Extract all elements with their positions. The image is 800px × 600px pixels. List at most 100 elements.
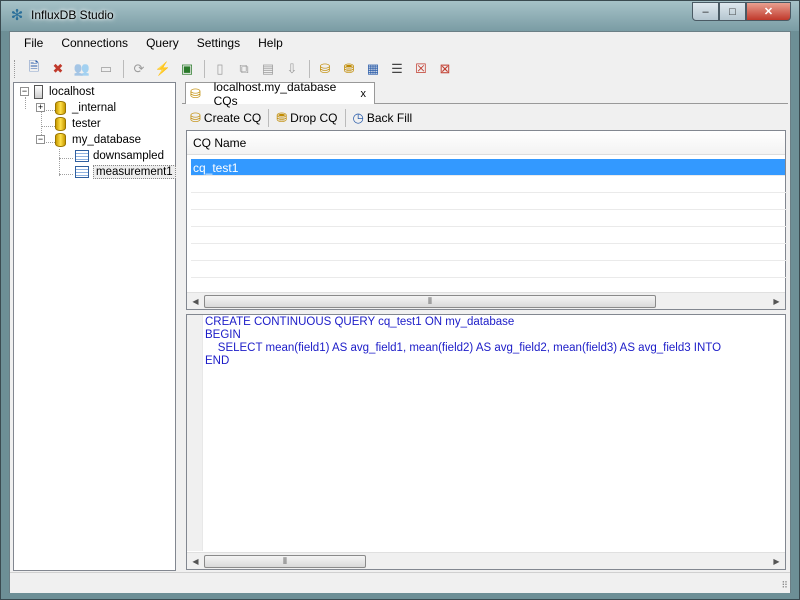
refresh-icon[interactable]: ⟳	[128, 58, 150, 80]
menu-query[interactable]: Query	[137, 32, 188, 54]
empty-row	[191, 244, 787, 261]
tab-cqs[interactable]: ⛁ localhost.my_database CQs x	[185, 80, 375, 108]
grid-header: CQ Name	[187, 131, 785, 155]
scroll-thumb[interactable]: ⦀	[204, 555, 366, 568]
export-icon[interactable]: ⇩	[281, 58, 303, 80]
empty-row	[191, 227, 787, 244]
table-icon	[75, 166, 89, 178]
tree-label: my_database	[72, 134, 142, 146]
toolbar-grip[interactable]	[14, 59, 17, 78]
empty-row	[191, 261, 787, 278]
toolbar-separator	[123, 59, 124, 78]
create-cq-button[interactable]: ⛁ Create CQ	[185, 110, 266, 126]
cq-name-cell: cq_test1	[193, 161, 239, 175]
client-area: File Connections Query Settings Help 🗎 ✖…	[9, 31, 791, 593]
drop-cq-button[interactable]: ⛃ Drop CQ	[271, 110, 342, 126]
menu-help[interactable]: Help	[249, 32, 292, 54]
cq-definition-editor[interactable]: CREATE CONTINUOUS QUERY cq_test1 ON my_d…	[186, 314, 786, 570]
resize-grip-icon[interactable]: ⠿	[781, 580, 788, 591]
paste-icon[interactable]: ▤	[257, 58, 279, 80]
back-fill-label: Back Fill	[366, 110, 413, 125]
menu-bar: File Connections Query Settings Help	[10, 32, 790, 54]
show-measurements-icon[interactable]: ▦	[362, 58, 384, 80]
cq-list-grid[interactable]: CQ Name cq_test1 ◀ ⦀ ▶	[186, 130, 787, 310]
drop-cq-label: Drop CQ	[290, 110, 338, 125]
database-icon	[55, 101, 66, 115]
tab-close-button[interactable]: x	[361, 88, 367, 100]
run-query-on-icon[interactable]: ▣	[176, 58, 198, 80]
tree-node-measurement[interactable]: downsampled	[75, 148, 164, 164]
menu-file[interactable]: File	[15, 32, 52, 54]
tree-label: _internal	[72, 102, 117, 114]
empty-row	[191, 193, 787, 210]
menu-settings[interactable]: Settings	[188, 32, 249, 54]
window-title: InfluxDB Studio	[31, 8, 114, 22]
minimize-button[interactable]: –	[692, 2, 719, 21]
new-database-icon[interactable]: ▯	[209, 58, 231, 80]
document-area: ⛁ localhost.my_database CQs x ⛁ Create C…	[182, 80, 788, 571]
code-line: SELECT mean(field1) AS avg_field1, mean(…	[205, 342, 722, 354]
scroll-thumb[interactable]: ⦀	[204, 295, 656, 308]
grid-horizontal-scrollbar[interactable]: ◀ ⦀ ▶	[187, 292, 785, 309]
tree-node-localhost[interactable]: localhost	[34, 84, 94, 100]
column-header-cq-name[interactable]: CQ Name	[193, 136, 246, 150]
table-icon	[75, 150, 89, 162]
clock-icon: ◷	[352, 109, 364, 125]
status-bar: ⠿	[10, 572, 790, 593]
collapse-my-database-icon[interactable]: −	[36, 135, 45, 144]
scroll-right-icon[interactable]: ▶	[768, 293, 785, 310]
show-series-icon[interactable]: ☰	[386, 58, 408, 80]
tree-node-database[interactable]: my_database	[55, 132, 141, 148]
database-icon	[55, 117, 66, 131]
run-query-icon[interactable]: ⚡	[152, 58, 174, 80]
tab-strip: ⛁ localhost.my_database CQs x	[182, 80, 788, 108]
create-cq-label: Create CQ	[203, 110, 262, 125]
application-window: ✻ InfluxDB Studio – □ ✕ File Connections…	[0, 0, 800, 600]
delete-connection-icon[interactable]: ✖	[47, 58, 69, 80]
collapse-localhost-icon[interactable]: −	[20, 87, 29, 96]
code-line: CREATE CONTINUOUS QUERY cq_test1 ON my_d…	[205, 316, 515, 328]
empty-row	[191, 176, 787, 193]
drop-cq-icon: ⛃	[276, 109, 288, 125]
empty-row	[191, 210, 787, 227]
tree-node-database[interactable]: _internal	[55, 100, 116, 116]
menu-connections[interactable]: Connections	[52, 32, 137, 54]
create-cq-icon: ⛁	[190, 109, 201, 125]
drop-series-icon[interactable]: ☒	[410, 58, 432, 80]
table-row[interactable]: cq_test1	[191, 159, 785, 176]
scroll-left-icon[interactable]: ◀	[187, 553, 204, 569]
influxdb-logo-icon: ✻	[10, 7, 24, 24]
title-bar[interactable]: ✻ InfluxDB Studio – □ ✕	[1, 1, 799, 31]
continuous-query-icon: ⛁	[190, 85, 201, 101]
expand-internal-icon[interactable]: +	[36, 103, 45, 112]
scroll-right-icon[interactable]: ▶	[768, 553, 785, 569]
back-fill-button[interactable]: ◷ Back Fill	[348, 110, 418, 126]
database-icon	[55, 133, 66, 147]
connection-properties-icon[interactable]: ▭	[95, 58, 117, 80]
main-toolbar: 🗎 ✖ 👥 ▭ ⟳ ⚡ ▣ ▯ ⧉ ▤ ⇩ ⛁ ⛃ ▦ ☰ ☒ ⊠	[10, 56, 790, 81]
tree-label: tester	[72, 118, 101, 130]
tree-node-database[interactable]: tester	[55, 116, 101, 132]
server-icon	[34, 85, 43, 99]
code-line: END	[205, 355, 230, 367]
connection-tree[interactable]: − localhost + _internal tester − my_data…	[13, 82, 176, 571]
tree-node-measurement[interactable]: measurement1	[75, 164, 176, 180]
maximize-button[interactable]: □	[719, 2, 746, 21]
show-cqs-icon[interactable]: ⛁	[314, 58, 336, 80]
manage-users-icon[interactable]: 👥	[71, 58, 93, 80]
tree-label: localhost	[49, 86, 95, 98]
tab-label: localhost.my_database CQs	[213, 79, 337, 108]
editor-gutter	[187, 315, 203, 551]
new-connection-icon[interactable]: 🗎	[23, 58, 45, 80]
create-cq-icon[interactable]: ⛃	[338, 58, 360, 80]
toolbar-separator	[344, 108, 346, 127]
code-line: BEGIN	[205, 329, 241, 341]
scroll-left-icon[interactable]: ◀	[187, 293, 204, 310]
close-button[interactable]: ✕	[746, 2, 791, 21]
cq-toolbar: ⛁ Create CQ ⛃ Drop CQ ◷ Back Fill	[185, 105, 785, 130]
copy-icon[interactable]: ⧉	[233, 58, 255, 80]
editor-horizontal-scrollbar[interactable]: ◀ ⦀ ▶	[187, 552, 785, 569]
drop-measurement-icon[interactable]: ⊠	[434, 58, 456, 80]
toolbar-separator	[268, 108, 270, 127]
tree-label-selected: measurement1	[93, 165, 176, 179]
